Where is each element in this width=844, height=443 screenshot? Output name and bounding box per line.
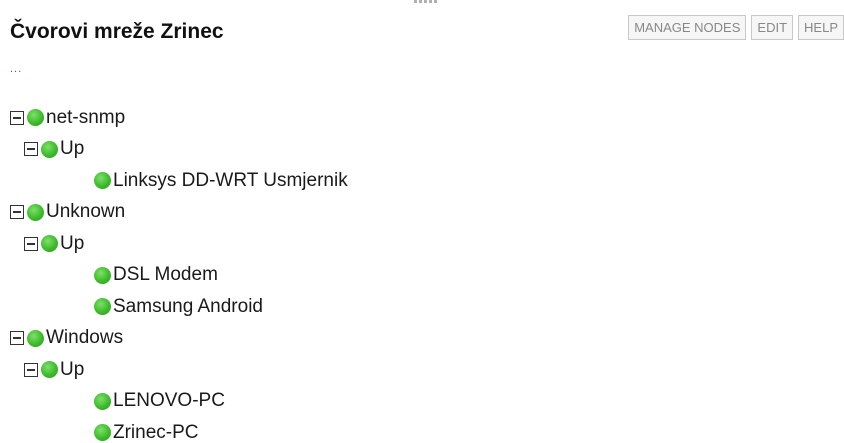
status-up-icon <box>94 392 111 410</box>
collapse-icon[interactable] <box>10 110 24 125</box>
tree-node-label[interactable]: Samsung Android <box>113 296 263 318</box>
collapse-icon[interactable] <box>10 331 24 346</box>
status-up-icon <box>41 140 58 158</box>
tree-status-group[interactable]: Up <box>10 228 348 260</box>
drag-handle[interactable] <box>405 0 445 6</box>
tree-group[interactable]: Unknown <box>10 197 348 229</box>
status-up-icon <box>41 235 58 253</box>
node-panel: Čvorovi mreže Zrinec MANAGE NODES EDIT H… <box>0 0 844 443</box>
tree-status-group[interactable]: Up <box>10 354 348 386</box>
tree-group-label[interactable]: Windows <box>46 327 123 349</box>
status-up-icon <box>94 172 111 190</box>
edit-button[interactable]: EDIT <box>751 15 794 40</box>
tree-node[interactable]: Zrinec-PC <box>10 417 348 443</box>
collapse-icon[interactable] <box>24 236 38 251</box>
tree-node[interactable]: LENOVO-PC <box>10 386 348 418</box>
status-up-icon <box>27 203 44 221</box>
tree-group[interactable]: Windows <box>10 323 348 355</box>
tree-group[interactable]: net-snmp <box>10 102 348 134</box>
tree-node-label[interactable]: Zrinec-PC <box>113 422 199 443</box>
tree-node[interactable]: Linksys DD-WRT Usmjernik <box>10 165 348 197</box>
drag-dot <box>428 0 432 3</box>
drag-dot <box>418 0 422 3</box>
tree-node-label[interactable]: LENOVO-PC <box>113 390 225 412</box>
node-tree: net-snmp Up Linksys DD-WRT Usmjernik Unk… <box>10 102 348 443</box>
more-link[interactable]: ... <box>10 63 22 75</box>
tree-status-label[interactable]: Up <box>60 359 84 381</box>
tree-status-group[interactable]: Up <box>10 134 348 166</box>
drag-dot <box>433 0 437 3</box>
manage-nodes-button[interactable]: MANAGE NODES <box>628 15 747 40</box>
tree-node[interactable]: Samsung Android <box>10 291 348 323</box>
tree-group-label[interactable]: Unknown <box>46 201 125 223</box>
page-title: Čvorovi mreže Zrinec <box>10 20 224 43</box>
toolbar: MANAGE NODES EDIT HELP <box>628 15 844 40</box>
status-up-icon <box>94 298 111 316</box>
collapse-icon[interactable] <box>10 205 24 220</box>
collapse-icon[interactable] <box>24 142 38 157</box>
tree-group-label[interactable]: net-snmp <box>46 107 125 129</box>
tree-status-label[interactable]: Up <box>60 233 84 255</box>
help-button[interactable]: HELP <box>798 15 844 40</box>
status-up-icon <box>27 329 44 347</box>
status-up-icon <box>94 424 111 442</box>
drag-dot <box>423 0 427 3</box>
status-up-icon <box>94 266 111 284</box>
tree-node[interactable]: DSL Modem <box>10 260 348 292</box>
tree-node-label[interactable]: DSL Modem <box>113 264 218 286</box>
status-up-icon <box>27 109 44 127</box>
tree-status-label[interactable]: Up <box>60 138 84 160</box>
collapse-icon[interactable] <box>24 362 38 377</box>
drag-dot <box>413 0 417 3</box>
status-up-icon <box>41 361 58 379</box>
tree-node-label[interactable]: Linksys DD-WRT Usmjernik <box>113 170 348 192</box>
